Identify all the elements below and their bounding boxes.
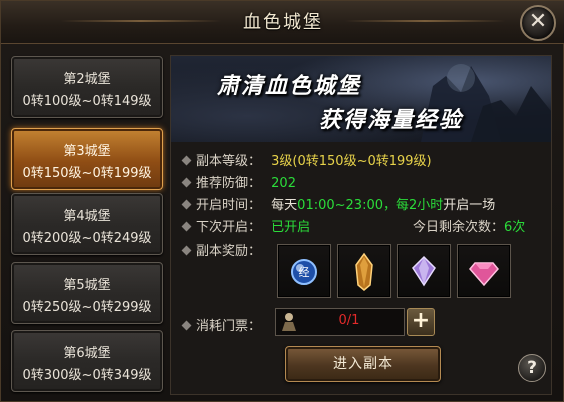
castle-tab-range: 0转100级~0转149级 bbox=[22, 94, 152, 109]
exp-orb-icon: 经 bbox=[291, 259, 317, 285]
next-open-label: 下次开启： bbox=[196, 220, 262, 235]
defense-row: 推荐防御： 202 bbox=[181, 172, 296, 191]
open-time-suffix: 开启一场 bbox=[443, 198, 496, 213]
banner-headline: 肃清血色城堡 bbox=[217, 73, 362, 99]
remaining-value: 6次 bbox=[504, 220, 526, 235]
level-label: 副本等级： bbox=[196, 154, 262, 169]
next-open-row: 下次开启： 已开启 bbox=[181, 216, 311, 235]
defense-value: 202 bbox=[271, 176, 296, 191]
svg-text:经: 经 bbox=[299, 266, 310, 279]
close-button[interactable]: ✕ bbox=[520, 5, 556, 41]
castle-tab-2[interactable]: 第2城堡 0转100级~0转149级 bbox=[11, 56, 163, 118]
castle-tab-range: 0转250级~0转299级 bbox=[22, 300, 152, 315]
enter-dungeon-button[interactable]: 进入副本 bbox=[285, 346, 441, 382]
reward-slot[interactable] bbox=[337, 244, 391, 298]
castle-banner: 肃清血色城堡 获得海量经验 bbox=[171, 56, 551, 142]
castle-tab-range: 0转300级~0转349级 bbox=[22, 368, 152, 383]
castle-window: 血色城堡 ✕ 第2城堡 0转100级~0转149级 第3城堡 0转150级~0转… bbox=[0, 0, 564, 402]
level-value: 3级(0转150级~0转199级) bbox=[271, 154, 432, 169]
castle-detail-panel: 肃清血色城堡 获得海量经验 副本等级： 3级(0转150级~0转199级) 推荐… bbox=[170, 55, 552, 395]
bullet-icon bbox=[181, 245, 192, 256]
ticket-slot[interactable]: 0/1 bbox=[275, 308, 405, 336]
bullet-icon bbox=[181, 221, 192, 232]
reward-slot[interactable]: 经 bbox=[277, 244, 331, 298]
castle-tab-5[interactable]: 第5城堡 0转250级~0转299级 bbox=[11, 262, 163, 324]
bullet-icon bbox=[181, 155, 192, 166]
remaining-row: 今日剩余次数：6次 bbox=[413, 216, 526, 235]
next-open-value: 已开启 bbox=[271, 220, 311, 235]
ticket-figure-icon bbox=[282, 313, 296, 331]
castle-tab-name: 第2城堡 bbox=[63, 72, 111, 87]
open-time-label: 开启时间： bbox=[196, 198, 262, 213]
amber-crystal-icon bbox=[355, 252, 373, 291]
open-time-row: 开启时间： 每天01:00~23:00，每2小时开启一场 bbox=[181, 194, 496, 213]
bullet-icon bbox=[181, 177, 192, 188]
reward-label: 副本奖励： bbox=[196, 244, 262, 259]
castle-tab-name: 第6城堡 bbox=[63, 346, 111, 361]
pink-gem-icon bbox=[469, 262, 499, 287]
castle-tab-range: 0转150级~0转199级 bbox=[22, 166, 152, 181]
castle-tab-range: 0转200级~0转249级 bbox=[22, 231, 152, 246]
ticket-row: 消耗门票： bbox=[181, 315, 262, 334]
open-time-prefix: 每天 bbox=[271, 198, 298, 213]
defense-label: 推荐防御： bbox=[196, 176, 262, 191]
bullet-icon bbox=[181, 199, 192, 210]
ticket-count: 0/1 bbox=[338, 313, 360, 328]
castle-tab-3[interactable]: 第3城堡 0转150级~0转199级 bbox=[11, 128, 163, 190]
purple-gem-icon bbox=[412, 255, 436, 287]
castle-tab-name: 第5城堡 bbox=[63, 278, 111, 293]
open-time-value: 01:00~23:00，每2小时 bbox=[297, 198, 444, 213]
help-button[interactable]: ? bbox=[518, 354, 546, 382]
level-row: 副本等级： 3级(0转150级~0转199级) bbox=[181, 150, 432, 169]
banner-subheadline: 获得海量经验 bbox=[319, 107, 464, 133]
castle-tab-4[interactable]: 第4城堡 0转200级~0转249级 bbox=[11, 193, 163, 255]
reward-slot[interactable] bbox=[397, 244, 451, 298]
title-bar: 血色城堡 ✕ bbox=[1, 1, 564, 44]
ticket-label: 消耗门票： bbox=[196, 319, 262, 334]
remaining-label: 今日剩余次数： bbox=[413, 220, 505, 235]
bullet-icon bbox=[181, 320, 192, 331]
castle-tab-name: 第4城堡 bbox=[63, 209, 111, 224]
castle-tab-name: 第3城堡 bbox=[63, 144, 111, 159]
add-ticket-button[interactable]: + bbox=[407, 308, 435, 336]
castle-tab-6[interactable]: 第6城堡 0转300级~0转349级 bbox=[11, 330, 163, 392]
reward-row: 副本奖励： bbox=[181, 240, 262, 259]
window-title: 血色城堡 bbox=[243, 12, 323, 33]
reward-slot[interactable] bbox=[457, 244, 511, 298]
